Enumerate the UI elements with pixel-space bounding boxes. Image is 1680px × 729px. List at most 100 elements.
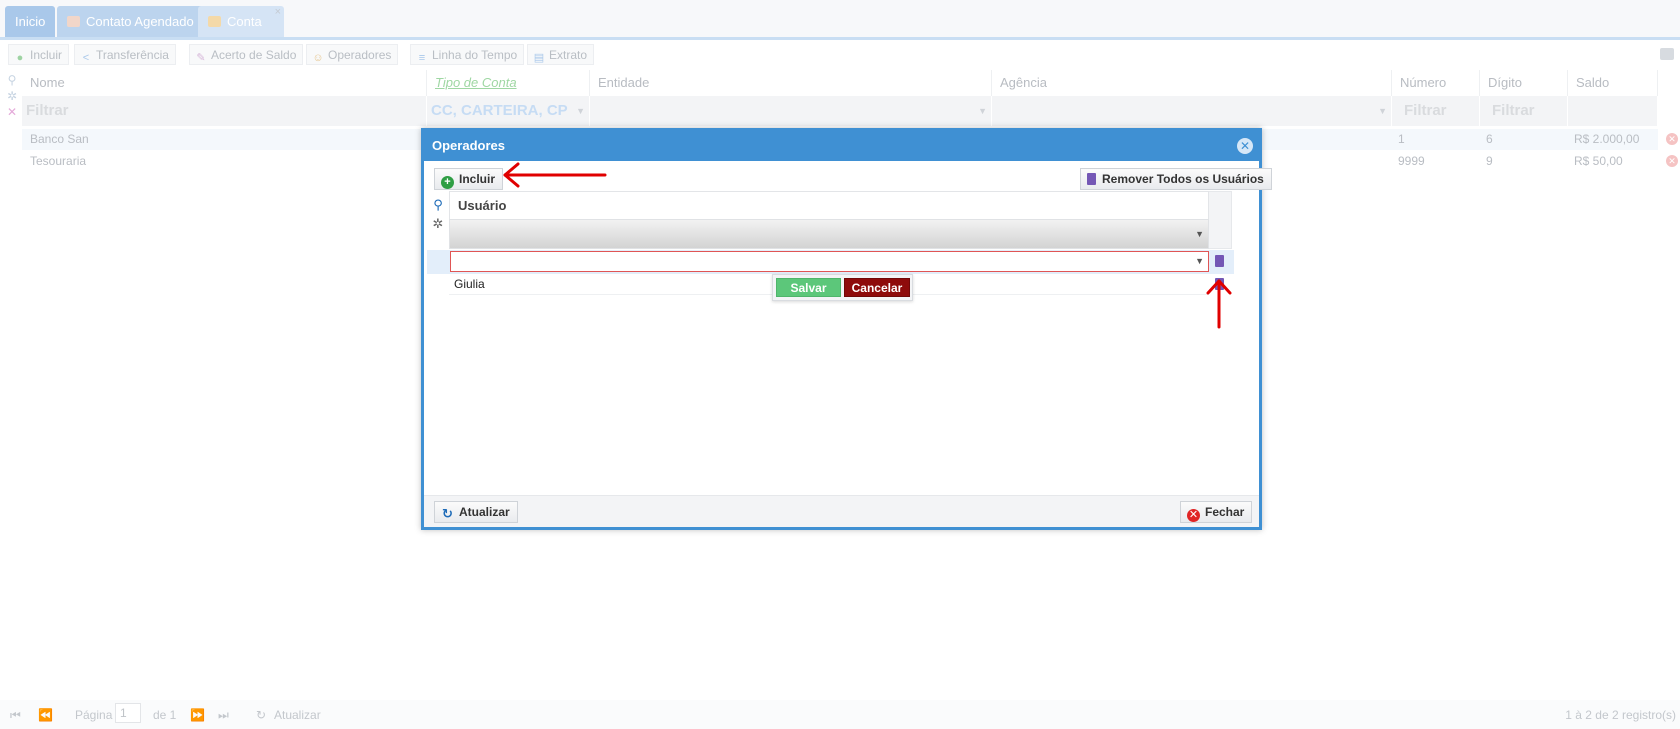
tab-label: Inicio	[15, 14, 46, 29]
close-circle-icon: ✕	[1187, 509, 1200, 522]
linha-tempo-label: Linha do Tempo	[432, 48, 518, 62]
trash-icon[interactable]	[1215, 278, 1224, 290]
prev-page-icon[interactable]: ⏪	[38, 708, 53, 722]
transferencia-label: Transferência	[96, 48, 169, 62]
cancel-button[interactable]: Cancelar	[844, 278, 910, 297]
chevron-down-icon: ▼	[1195, 256, 1204, 266]
calendar-icon	[67, 16, 80, 27]
search-icon[interactable]: ⚲	[4, 72, 20, 88]
pager-refresh-label[interactable]: Atualizar	[274, 708, 321, 722]
row-edit-popup: Salvar Cancelar	[772, 274, 913, 301]
dialog-header: Operadores ✕	[424, 131, 1259, 161]
extrato-button[interactable]: ▤ Extrato	[527, 44, 595, 65]
user-select[interactable]: ▼	[450, 251, 1209, 272]
page-input[interactable]: 1	[115, 703, 141, 723]
dialog-title: Operadores	[432, 138, 505, 153]
filter-digito-text: Filtrar	[1492, 102, 1535, 119]
search-icon[interactable]: ⚲	[430, 195, 446, 214]
col-header-digito[interactable]: Dígito	[1480, 70, 1568, 96]
remove-all-label: Remover Todos os Usuários	[1102, 172, 1264, 186]
delete-row-icon[interactable]: ✕	[1666, 133, 1678, 145]
gear-icon[interactable]: ✲	[4, 88, 20, 104]
plus-circle-icon: ●	[16, 52, 24, 64]
clear-filter-icon[interactable]: ✕	[4, 104, 20, 120]
filter-nome-text: Filtrar	[26, 102, 69, 119]
users-grid-action-column	[1209, 191, 1232, 249]
cell-saldo: R$ 2.000,00	[1574, 132, 1640, 146]
col-header-nome[interactable]: Nome	[22, 70, 427, 96]
acerto-label: Acerto de Saldo	[211, 48, 297, 62]
refresh-label: Atualizar	[459, 505, 510, 519]
incluir-button[interactable]: ● Incluir	[8, 44, 70, 65]
col-header-saldo[interactable]: Saldo	[1568, 70, 1658, 96]
chevron-down-icon: ▼	[1378, 106, 1387, 116]
close-tab-icon[interactable]: ×	[275, 0, 281, 28]
refresh-button[interactable]: ↻ Atualizar	[434, 501, 518, 523]
close-label: Fechar	[1205, 505, 1245, 519]
tab-conta[interactable]: Conta ×	[198, 6, 284, 37]
print-icon[interactable]	[1660, 48, 1674, 60]
cell-usuario: Giulia	[454, 277, 485, 291]
filter-tipo-conta[interactable]: CC, CARTEIRA, CP ▼	[427, 96, 590, 126]
close-icon[interactable]: ✕	[1237, 138, 1253, 154]
share-icon: <	[82, 52, 90, 64]
filter-digito[interactable]: Filtrar	[1480, 96, 1568, 126]
pager: ⏮ ⏪ Página 1 de 1 ⏩ ⏭ ↻ Atualizar 1 à 2 …	[0, 700, 1680, 729]
filter-nome[interactable]: Filtrar	[22, 96, 427, 126]
col-header-tipo-conta[interactable]: Tipo de Conta	[427, 70, 590, 96]
col-header-usuario[interactable]: Usuário	[449, 191, 1209, 219]
col-header-numero[interactable]: Número	[1392, 70, 1480, 96]
trash-icon[interactable]	[1215, 255, 1224, 267]
refresh-icon[interactable]: ↻	[256, 708, 266, 722]
remove-all-users-button[interactable]: Remover Todos os Usuários	[1080, 168, 1272, 190]
tab-bar: Inicio Contato Agendado Conta ×	[0, 0, 1680, 40]
add-user-label: Incluir	[459, 172, 496, 186]
add-user-button[interactable]: + Incluir	[434, 168, 504, 190]
next-page-icon[interactable]: ⏩	[190, 708, 205, 722]
card-icon	[208, 16, 221, 27]
edit-icon: ✎	[196, 52, 206, 64]
first-page-icon[interactable]: ⏮	[10, 708, 21, 723]
acerto-saldo-button[interactable]: ✎ Acerto de Saldo	[189, 44, 304, 65]
save-button[interactable]: Salvar	[776, 278, 841, 297]
tab-contato-agendado[interactable]: Contato Agendado	[57, 6, 204, 37]
users-grid-tools: ⚲ ✲	[430, 195, 446, 233]
chevron-down-icon: ▼	[1195, 229, 1204, 239]
transferencia-button[interactable]: < Transferência	[74, 44, 176, 65]
incluir-label: Incluir	[30, 48, 63, 62]
cell-numero: 1	[1398, 132, 1405, 146]
gear-icon[interactable]: ✲	[430, 214, 446, 233]
operadores-button[interactable]: ☺ Operadores	[306, 44, 399, 65]
cell-digito: 9	[1486, 154, 1493, 168]
of-label: de 1	[153, 708, 177, 722]
filter-entidade[interactable]: ▼	[590, 96, 992, 126]
plus-circle-icon: +	[441, 176, 454, 189]
tab-label: Contato Agendado	[86, 14, 194, 29]
filter-tipo-text: CC, CARTEIRA, CP	[431, 102, 568, 119]
main-toolbar: ● Incluir < Transferência ✎ Acerto de Saldo…	[0, 42, 1680, 68]
filter-numero[interactable]: Filtrar	[1392, 96, 1480, 126]
statement-icon: ▤	[533, 52, 545, 64]
filter-saldo[interactable]	[1568, 96, 1658, 126]
last-page-icon[interactable]: ⏭	[218, 708, 229, 723]
close-button[interactable]: ✕ Fechar	[1180, 501, 1253, 523]
refresh-icon: ↻	[442, 506, 453, 521]
cell-digito: 6	[1486, 132, 1493, 146]
record-summary: 1 à 2 de 2 registro(s)	[1565, 708, 1676, 722]
cell-saldo: R$ 50,00	[1574, 154, 1623, 168]
chevron-down-icon: ▼	[576, 106, 585, 116]
col-header-entidade[interactable]: Entidade	[590, 70, 992, 96]
grid-tools: ⚲ ✲ ✕	[4, 72, 20, 120]
extrato-label: Extrato	[549, 48, 588, 62]
dialog-footer: ↻ Atualizar ✕ Fechar	[424, 495, 1259, 527]
users-icon: ☺	[312, 52, 324, 64]
chevron-down-icon: ▼	[978, 106, 987, 116]
filter-agencia[interactable]: ▼	[992, 96, 1392, 126]
delete-row-icon[interactable]: ✕	[1666, 155, 1678, 167]
linha-tempo-button[interactable]: ≡ Linha do Tempo	[410, 44, 525, 65]
tab-label: Conta	[227, 14, 262, 29]
filter-numero-text: Filtrar	[1404, 102, 1447, 119]
col-header-agencia[interactable]: Agência	[992, 70, 1392, 96]
filter-usuario[interactable]: ▼	[449, 219, 1209, 249]
tab-inicio[interactable]: Inicio	[5, 6, 56, 37]
